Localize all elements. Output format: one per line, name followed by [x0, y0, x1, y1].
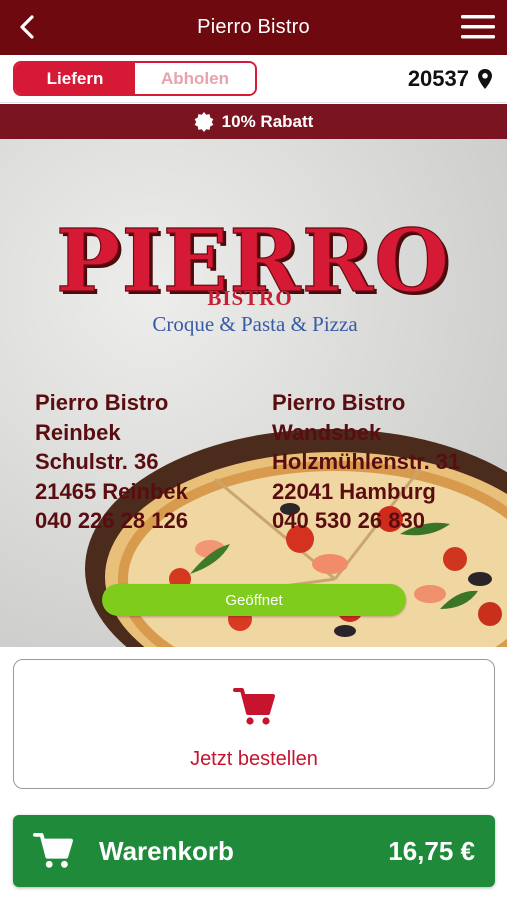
location-city: 21465 Reinbek — [35, 478, 188, 504]
mode-bar: Liefern Abholen 20537 — [0, 55, 507, 103]
tab-pickup[interactable]: Abholen — [135, 63, 255, 94]
badge-icon — [194, 111, 213, 132]
discount-banner: 10% Rabatt — [0, 104, 507, 139]
location-name: Pierro Bistro — [272, 390, 406, 415]
chevron-left-icon — [20, 15, 34, 39]
order-now-label: Jetzt bestellen — [190, 748, 318, 770]
location-reinbek: Pierro Bistro Reinbek Schulstr. 36 21465… — [35, 388, 188, 536]
location-street: Schulstr. 36 — [35, 449, 159, 474]
location-street: Holzmühlenstr. 31 — [272, 449, 461, 474]
logo-subtitle: BISTRO — [207, 286, 292, 310]
order-now-button[interactable]: Jetzt bestellen — [13, 659, 495, 789]
page-title: Pierro Bistro — [197, 16, 310, 38]
hamburger-menu-icon — [461, 15, 495, 39]
logo-tagline: Croque & Pasta & Pizza — [152, 312, 358, 336]
discount-text: 10% Rabatt — [221, 111, 314, 131]
shopping-cart-icon — [233, 688, 275, 725]
zip-code: 20537 — [407, 66, 469, 91]
cart-button[interactable]: Warenkorb 16,75 € — [13, 815, 495, 887]
location-selector[interactable]: 20537 — [408, 65, 493, 93]
location-phone: 040 530 26 830 — [272, 508, 425, 533]
tab-delivery[interactable]: Liefern — [15, 63, 135, 94]
delivery-mode-toggle: Liefern Abholen — [13, 61, 257, 96]
restaurant-hero: PIERRO PIERRO BISTRO Croque & Pasta & Pi… — [0, 139, 507, 647]
map-pin-icon — [478, 69, 492, 89]
app-header: Pierro Bistro — [0, 0, 507, 55]
back-button[interactable] — [14, 13, 42, 41]
location-district: Wandsbek — [272, 419, 382, 445]
location-wandsbek: Pierro Bistro Wandsbek Holzmühlenstr. 31… — [272, 388, 460, 536]
cart-label: Warenkorb — [99, 836, 234, 866]
menu-button[interactable] — [461, 14, 495, 40]
location-district: Reinbek — [35, 419, 121, 445]
location-phone: 040 226 28 126 — [35, 508, 188, 533]
location-city: 22041 Hamburg — [272, 478, 436, 504]
shopping-cart-icon — [33, 832, 73, 868]
location-name: Pierro Bistro — [35, 390, 169, 415]
cart-total: 16,75 € — [388, 836, 475, 866]
open-status-badge: Geöffnet — [102, 584, 406, 616]
